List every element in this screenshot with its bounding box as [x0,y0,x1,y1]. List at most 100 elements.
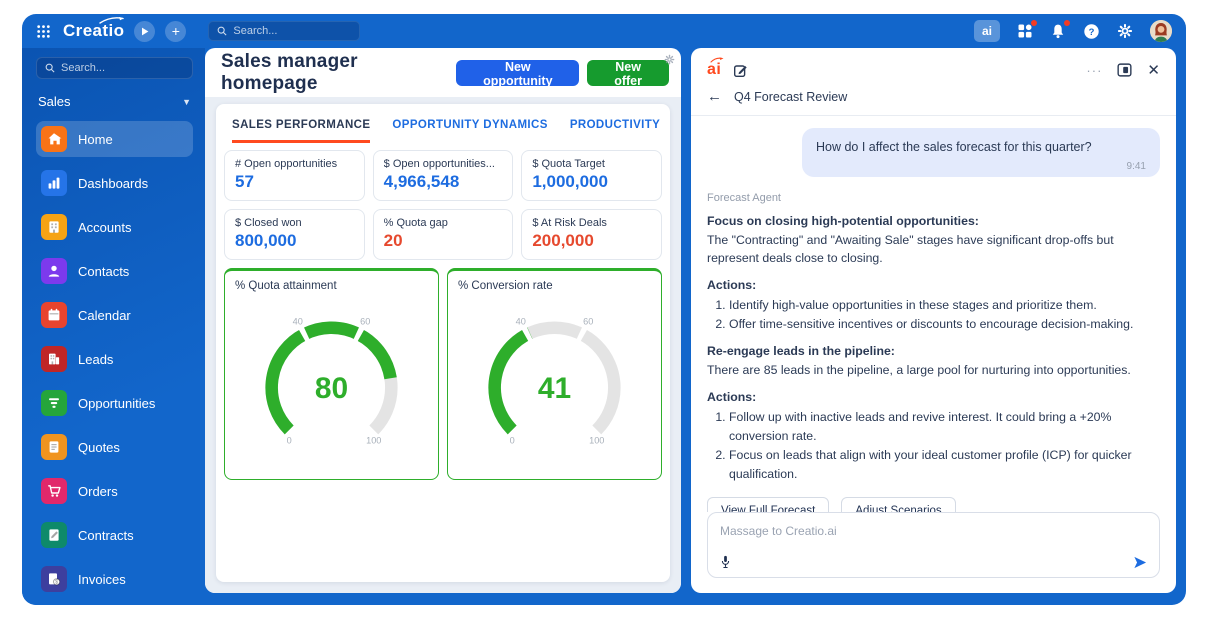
gauge-tick-label: 0 [510,435,515,445]
sidebar-item-calendar[interactable]: Calendar [36,297,193,333]
chat-action-buttons: View Full Forecast Adjust Scenarios [707,497,1160,512]
dock-panel-icon[interactable] [1117,63,1132,77]
workplaces-button[interactable] [1017,23,1033,39]
new-chat-icon[interactable] [733,63,748,78]
play-button[interactable] [134,21,155,42]
workspace-selector[interactable]: Sales ▼ [38,94,191,109]
agent-list: Identify high-value opportunities in the… [707,296,1160,334]
accounts-icon [41,214,67,240]
gauge-card: % Quota attainment0406010080 [224,268,439,480]
new-opportunity-button[interactable]: New opportunity [456,60,579,86]
message-timestamp: 9:41 [816,161,1146,172]
metric-card: % Quota gap 20 [373,209,514,260]
help-button[interactable]: ? [1083,23,1100,40]
creatio-logo[interactable]: Creatio [63,21,124,41]
gauge-tick-label: 60 [360,316,370,326]
header-buttons: New opportunity New offer [456,60,669,86]
play-icon [141,27,149,36]
metric-value: 4,966,548 [384,172,503,192]
sidebar-item-orders[interactable]: Orders [36,473,193,509]
opportunities-icon [41,390,67,416]
dashboard-area: SALES PERFORMANCE OPPORTUNITY DYNAMICS PRO… [205,97,681,593]
metric-value: 20 [384,231,503,251]
main-header: Sales manager homepage New opportunity N… [205,48,681,97]
home-icon [41,126,67,152]
metric-label: % Quota gap [384,217,503,229]
new-offer-button[interactable]: New offer [587,60,669,86]
gauge-title: % Quota attainment [235,280,428,292]
sidebar-item-contracts[interactable]: Contracts [36,517,193,553]
gear-icon [1117,23,1133,39]
calendar-icon [41,302,67,328]
page-settings-icon[interactable] [664,54,675,65]
avatar-image [1150,20,1172,42]
gauge-chart: 0406010080 [235,292,428,460]
chat-area: How do I affect the sales forecast for t… [691,116,1176,512]
gauge-chart: 0406010041 [458,292,651,460]
metric-value: 200,000 [532,231,651,251]
sidebar-item-dashboards[interactable]: Dashboards [36,165,193,201]
tab-opportunity-dynamics[interactable]: OPPORTUNITY DYNAMICS [392,119,547,140]
agent-heading: Actions: [707,278,1160,292]
microphone-button[interactable] [720,555,731,569]
back-arrow-icon[interactable]: ← [707,89,722,104]
agent-list-item: Identify high-value opportunities in the… [729,296,1160,315]
global-search-input[interactable]: Search... [208,21,360,41]
user-avatar[interactable] [1150,20,1172,42]
metric-label: # Open opportunities [235,158,354,170]
copilot-header-actions: ··· ✕ [1086,63,1160,78]
search-icon [217,26,227,36]
top-bar: Creatio + Search... ai [22,14,1186,48]
notifications-button[interactable] [1050,23,1066,40]
sidebar-item-label: Calendar [78,308,131,323]
contacts-icon [41,258,67,284]
svg-text:?: ? [1089,27,1095,38]
sidebar-search-input[interactable]: Search... [36,57,193,79]
sidebar-item-label: Invoices [78,572,126,587]
sidebar-item-leads[interactable]: Leads [36,341,193,377]
sidebar-item-label: Contracts [78,528,134,543]
add-button[interactable]: + [165,21,186,42]
tab-sales-performance[interactable]: SALES PERFORMANCE [232,119,370,143]
copilot-button[interactable]: ai [974,20,1000,42]
metric-card: $ Open opportunities... 4,966,548 [373,150,514,201]
sidebar-item-invoices[interactable]: $ Invoices [36,561,193,597]
sidebar-item-accounts[interactable]: Accounts [36,209,193,245]
metric-label: $ Open opportunities... [384,158,503,170]
message-input[interactable]: Massage to Creatio.ai [707,512,1160,578]
tab-productivity[interactable]: PRODUCTIVITY [570,119,660,140]
metric-label: $ At Risk Deals [532,217,651,229]
metric-cards: # Open opportunities57$ Open opportuniti… [224,150,662,260]
metric-card: # Open opportunities57 [224,150,365,201]
agent-paragraph: The "Contracting" and "Awaiting Sale" st… [707,232,1160,268]
app-grid-icon[interactable] [36,24,51,39]
adjust-scenarios-button[interactable]: Adjust Scenarios [841,497,955,512]
settings-button[interactable] [1117,23,1133,39]
sidebar-item-home[interactable]: Home [36,121,193,157]
sidebar-item-label: Contacts [78,264,129,279]
logo-swoosh-icon [710,57,724,63]
view-full-forecast-button[interactable]: View Full Forecast [707,497,829,512]
sidebar-item-contacts[interactable]: Contacts [36,253,193,289]
send-button[interactable] [1133,556,1147,569]
notification-badge [1064,20,1070,26]
agent-list-item: Follow up with inactive leads and revive… [729,408,1160,446]
logo-swoosh-icon [99,16,125,24]
svg-text:$: $ [55,580,58,586]
workspace-label: Sales [38,94,71,109]
page-title: Sales manager homepage [221,51,456,95]
sidebar-item-label: Home [78,132,113,147]
leads-icon [41,346,67,372]
gauge-card: % Conversion rate0406010041 [447,268,662,480]
gauge-tick-label: 0 [287,435,292,445]
sidebar-item-quotes[interactable]: Quotes [36,429,193,465]
more-options-icon[interactable]: ··· [1086,63,1102,78]
contracts-icon [41,522,67,548]
orders-icon [41,478,67,504]
creatio-ai-logo-text: ai [707,61,721,78]
app-body: Search... Sales ▼ Home Dashboards Accounts… [22,48,1186,605]
gauge-tick-label: 40 [516,316,526,326]
sidebar-item-opportunities[interactable]: Opportunities [36,385,193,421]
invoices-icon: $ [41,566,67,592]
close-icon[interactable]: ✕ [1147,63,1160,78]
